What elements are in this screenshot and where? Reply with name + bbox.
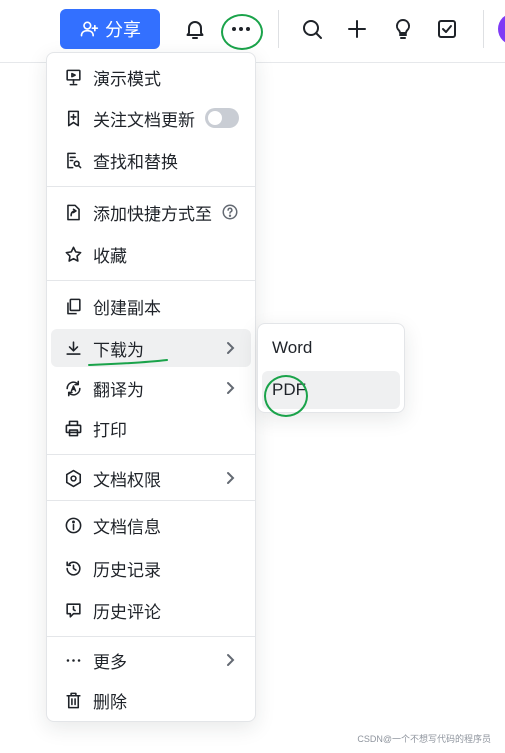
help-icon[interactable] — [221, 203, 239, 221]
share-button[interactable]: 分享 — [60, 9, 160, 49]
menu-item-translate-to[interactable]: 翻译为 — [51, 369, 251, 407]
menu-item-label: 打印 — [93, 420, 127, 440]
menu-item-doc-info[interactable]: 文档信息 — [51, 506, 251, 544]
menu-item-label: 下载为 — [93, 340, 144, 360]
lightbulb-icon[interactable] — [388, 14, 418, 44]
add-user-icon — [80, 21, 99, 37]
watermark: CSDN@一个不想写代码的程序员 — [357, 734, 491, 744]
search-icon[interactable] — [297, 14, 327, 44]
shortcut-icon — [63, 202, 83, 222]
menu-divider — [47, 280, 255, 281]
follow-updates-toggle[interactable] — [205, 108, 239, 128]
menu-item-more[interactable]: 更多 — [51, 641, 251, 679]
menu-item-label: 收藏 — [93, 246, 127, 266]
ellipsis-icon — [63, 650, 83, 670]
bell-icon[interactable] — [180, 14, 210, 44]
share-button-label: 分享 — [105, 20, 141, 40]
menu-item-label: 文档信息 — [93, 517, 161, 537]
menu-item-label: 查找和替换 — [93, 152, 178, 172]
menu-item-add-shortcut[interactable]: 添加快捷方式至 — [51, 193, 251, 231]
menu-item-permissions[interactable]: 文档权限 — [51, 459, 251, 497]
menu-item-label: 翻译为 — [93, 380, 144, 400]
toolbar-divider — [483, 10, 484, 48]
trash-icon — [63, 690, 83, 710]
menu-item-print[interactable]: 打印 — [51, 409, 251, 447]
menu-divider — [47, 186, 255, 187]
chevron-right-icon — [227, 654, 235, 666]
printer-icon — [63, 418, 83, 438]
toolbar-divider — [278, 10, 279, 48]
menu-divider — [47, 454, 255, 455]
more-icon[interactable] — [226, 14, 256, 44]
menu-divider — [47, 500, 255, 501]
chevron-right-icon — [227, 472, 235, 484]
find-replace-icon — [63, 150, 83, 170]
chevron-right-icon — [227, 382, 235, 394]
menu-item-label: 演示模式 — [93, 69, 161, 89]
menu-item-label: 历史记录 — [93, 560, 161, 580]
chevron-right-icon — [227, 342, 235, 354]
copy-icon — [63, 296, 83, 316]
menu-item-follow-updates[interactable]: 关注文档更新 — [51, 99, 251, 137]
menu-item-favorite[interactable]: 收藏 — [51, 235, 251, 273]
menu-item-label: 更多 — [93, 652, 127, 672]
menu-item-find-replace[interactable]: 查找和替换 — [51, 141, 251, 179]
menu-item-make-copy[interactable]: 创建副本 — [51, 287, 251, 325]
submenu-item-pdf[interactable]: PDF — [262, 371, 400, 409]
translate-icon — [63, 378, 83, 398]
menu-item-label: 关注文档更新 — [93, 110, 195, 130]
checkbox-icon[interactable] — [432, 14, 462, 44]
star-icon — [63, 244, 83, 264]
gear-icon — [63, 468, 83, 488]
submenu-item-word[interactable]: Word — [262, 329, 400, 367]
menu-item-label: 文档权限 — [93, 470, 161, 490]
avatar[interactable] — [498, 13, 505, 45]
presentation-icon — [63, 67, 83, 87]
history-icon — [63, 558, 83, 578]
menu-item-presentation-mode[interactable]: 演示模式 — [51, 58, 251, 96]
menu-item-label: 创建副本 — [93, 298, 161, 318]
annotation-underline — [88, 359, 168, 366]
bookmark-plus-icon — [63, 108, 83, 128]
menu-item-history[interactable]: 历史记录 — [51, 549, 251, 587]
download-icon — [63, 338, 83, 358]
menu-item-label: 历史评论 — [93, 602, 161, 622]
menu-item-delete[interactable]: 删除 — [51, 681, 251, 719]
submenu-item-label: Word — [272, 338, 313, 357]
more-menu: 演示模式 关注文档更新 查找和替换 添加快捷方式至 收藏 创建副本 下载为 翻译… — [46, 52, 256, 722]
download-submenu: Word PDF — [257, 323, 405, 413]
menu-item-label: 添加快捷方式至 — [93, 204, 212, 224]
menu-divider — [47, 636, 255, 637]
menu-item-comment-history[interactable]: 历史评论 — [51, 591, 251, 629]
info-icon — [63, 515, 83, 535]
plus-icon[interactable] — [342, 14, 372, 44]
comment-history-icon — [63, 600, 83, 620]
submenu-item-label: PDF — [272, 380, 306, 399]
menu-item-label: 删除 — [93, 692, 127, 712]
